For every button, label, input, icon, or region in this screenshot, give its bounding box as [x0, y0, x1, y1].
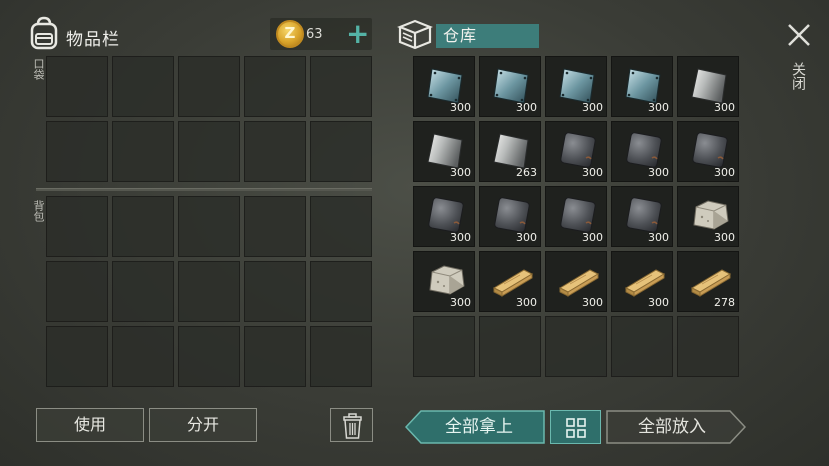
backpack-slot[interactable]: [178, 196, 240, 257]
item-quantity: 300: [450, 296, 471, 309]
backpack-label: 背包: [32, 200, 45, 222]
pocket-slot[interactable]: [178, 121, 240, 182]
item-quantity: 300: [516, 231, 537, 244]
section-divider: [36, 188, 372, 191]
item-quantity: 300: [648, 231, 669, 244]
put-all-label: 全部放入: [638, 417, 706, 437]
warehouse-slot-steel[interactable]: 300: [413, 121, 475, 182]
close-label[interactable]: 关闭: [790, 62, 806, 90]
backpack-slot[interactable]: [178, 326, 240, 387]
item-quantity: 300: [582, 166, 603, 179]
pocket-slot[interactable]: [244, 121, 306, 182]
warehouse-slot-iron[interactable]: 300: [611, 121, 673, 182]
item-quantity: 300: [582, 296, 603, 309]
backpack-slot[interactable]: [112, 326, 174, 387]
item-quantity: 278: [714, 296, 735, 309]
item-quantity: 263: [516, 166, 537, 179]
close-icon[interactable]: [786, 22, 812, 48]
use-button[interactable]: 使用: [36, 408, 144, 442]
backpack-slot[interactable]: [310, 196, 372, 257]
warehouse-slot-empty[interactable]: [545, 316, 607, 377]
pocket-slot[interactable]: [310, 56, 372, 117]
backpack-slot[interactable]: [112, 261, 174, 322]
warehouse-slot-empty[interactable]: [479, 316, 541, 377]
take-all-button[interactable]: 全部拿上: [405, 410, 545, 444]
warehouse-slot-stone[interactable]: 300: [677, 186, 739, 247]
warehouse-slot-empty[interactable]: [611, 316, 673, 377]
backpack-slot[interactable]: [178, 261, 240, 322]
warehouse-slot-iron[interactable]: 300: [611, 186, 673, 247]
backpack-slot[interactable]: [310, 326, 372, 387]
pocket-slot[interactable]: [46, 56, 108, 117]
pocket-slot[interactable]: [310, 121, 372, 182]
take-all-label: 全部拿上: [445, 417, 513, 437]
trash-button[interactable]: [330, 408, 373, 442]
backpack-slot[interactable]: [244, 196, 306, 257]
pocket-slot[interactable]: [46, 121, 108, 182]
item-quantity: 300: [648, 166, 669, 179]
backpack-icon: [30, 16, 58, 50]
item-quantity: 300: [450, 166, 471, 179]
coin-symbol: Z: [284, 24, 296, 42]
warehouse-slot-glass[interactable]: 300: [545, 56, 607, 117]
grid-view-button[interactable]: [550, 410, 601, 444]
pocket-slot[interactable]: [112, 56, 174, 117]
plus-icon[interactable]: +: [346, 20, 369, 48]
item-quantity: 300: [516, 101, 537, 114]
warehouse-slot-wood[interactable]: 300: [479, 251, 541, 312]
warehouse-slot-iron[interactable]: 300: [479, 186, 541, 247]
backpack-slot[interactable]: [46, 196, 108, 257]
pocket-slot[interactable]: [178, 56, 240, 117]
warehouse-slot-iron[interactable]: 300: [677, 121, 739, 182]
pocket-slot[interactable]: [112, 121, 174, 182]
pocket-label: 口袋: [32, 58, 45, 80]
warehouse-slot-wood[interactable]: 300: [611, 251, 673, 312]
warehouse-slot-iron[interactable]: 300: [545, 121, 607, 182]
warehouse-slot-glass[interactable]: 300: [413, 56, 475, 117]
item-quantity: 300: [582, 101, 603, 114]
warehouse-slot-steel[interactable]: 300: [677, 56, 739, 117]
storage-box-icon: [397, 19, 433, 50]
item-quantity: 300: [714, 101, 735, 114]
warehouse-slot-glass[interactable]: 300: [479, 56, 541, 117]
warehouse-slot-empty[interactable]: [413, 316, 475, 377]
pocket-slot[interactable]: [244, 56, 306, 117]
item-quantity: 300: [582, 231, 603, 244]
split-button[interactable]: 分开: [149, 408, 257, 442]
item-quantity: 300: [714, 231, 735, 244]
item-quantity: 300: [516, 296, 537, 309]
backpack-slot[interactable]: [244, 261, 306, 322]
warehouse-slot-iron[interactable]: 300: [413, 186, 475, 247]
backpack-slot[interactable]: [46, 326, 108, 387]
backpack-slot[interactable]: [46, 261, 108, 322]
item-quantity: 300: [450, 101, 471, 114]
item-quantity: 300: [648, 101, 669, 114]
warehouse-slot-stone[interactable]: 300: [413, 251, 475, 312]
backpack-slot[interactable]: [244, 326, 306, 387]
item-quantity: 300: [714, 166, 735, 179]
warehouse-slot-glass[interactable]: 300: [611, 56, 673, 117]
backpack-slot[interactable]: [112, 196, 174, 257]
inventory-title: 物品栏: [66, 30, 120, 50]
coin-count: 63: [306, 27, 323, 42]
warehouse-slot-wood[interactable]: 278: [677, 251, 739, 312]
warehouse-slot-wood[interactable]: 300: [545, 251, 607, 312]
trash-icon: [343, 413, 362, 439]
put-all-button[interactable]: 全部放入: [606, 410, 746, 444]
backpack-slot[interactable]: [310, 261, 372, 322]
warehouse-slot-steel[interactable]: 263: [479, 121, 541, 182]
item-quantity: 300: [648, 296, 669, 309]
item-quantity: 300: [450, 231, 471, 244]
warehouse-title: 仓库: [436, 24, 539, 48]
grid-view-icon: [566, 418, 586, 438]
warehouse-slot-empty[interactable]: [677, 316, 739, 377]
warehouse-slot-iron[interactable]: 300: [545, 186, 607, 247]
